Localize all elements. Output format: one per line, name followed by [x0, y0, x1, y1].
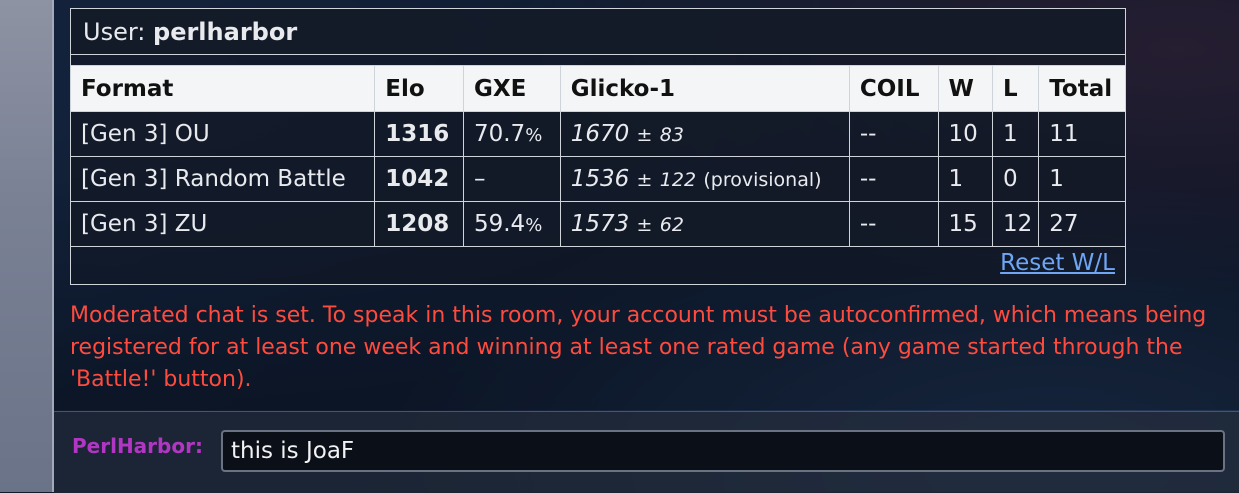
total-cell: 27 [1038, 201, 1126, 247]
header-gxe: GXE [462, 65, 561, 112]
table-row: [Gen 3] Random Battle 1042 – 1536 ± 122 … [69, 156, 1126, 202]
elo-cell: 1042 [374, 156, 464, 202]
total-cell: 11 [1038, 111, 1126, 157]
total-cell: 1 [1038, 156, 1126, 202]
header-format: Format [69, 65, 376, 112]
table-row: [Gen 3] OU 1316 70.7% 1670 ± 83 -- 10 1 … [69, 111, 1126, 157]
user-name: perlharbor [153, 18, 298, 46]
format-cell: [Gen 3] OU [69, 111, 376, 157]
user-ladder-box: User: perlharbor Format Elo GXE Glicko-1… [69, 8, 1126, 285]
moderation-message: Moderated chat is set. To speak in this … [70, 303, 1207, 392]
glicko-cell: 1573 ± 62 [559, 201, 850, 247]
user-prefix: User: [83, 18, 146, 46]
elo-cell: 1208 [374, 201, 464, 247]
coil-cell: -- [848, 111, 939, 157]
losses-cell: 12 [991, 201, 1040, 247]
gxe-cell: 70.7% [462, 111, 561, 157]
glicko-cell: 1670 ± 83 [559, 111, 850, 157]
left-panel-edge [0, 0, 54, 492]
format-cell: [Gen 3] Random Battle [69, 156, 376, 202]
chat-username-label: PerlHarbor: [72, 434, 203, 458]
coil-cell: -- [848, 156, 939, 202]
header-wins: W [937, 65, 993, 112]
table-header-row: Format Elo GXE Glicko-1 COIL W L Total [69, 65, 1126, 112]
table-row: [Gen 3] ZU 1208 59.4% 1573 ± 62 -- 15 12… [69, 201, 1126, 247]
user-heading: User: perlharbor [71, 9, 1125, 55]
chat-message-input[interactable]: this is JoaF [221, 430, 1225, 472]
format-cell: [Gen 3] ZU [69, 201, 376, 247]
header-total: Total [1038, 65, 1126, 112]
ratings-table: Format Elo GXE Glicko-1 COIL W L Total [… [69, 65, 1126, 247]
elo-cell: 1316 [374, 111, 464, 157]
provisional-tag: (provisional) [703, 169, 822, 191]
gxe-cell: 59.4% [462, 201, 561, 247]
header-elo: Elo [374, 65, 464, 112]
reset-wl-link[interactable]: Reset W/L [1000, 250, 1115, 276]
reset-container: Reset W/L [1000, 250, 1115, 276]
header-glicko: Glicko-1 [559, 65, 850, 112]
coil-cell: -- [848, 201, 939, 247]
header-coil: COIL [848, 65, 939, 112]
losses-cell: 0 [991, 156, 1040, 202]
wins-cell: 10 [937, 111, 993, 157]
wins-cell: 1 [937, 156, 993, 202]
losses-cell: 1 [991, 111, 1040, 157]
glicko-cell: 1536 ± 122 (provisional) [559, 156, 850, 202]
wins-cell: 15 [937, 201, 993, 247]
gxe-cell: – [462, 156, 561, 202]
header-losses: L [991, 65, 1040, 112]
